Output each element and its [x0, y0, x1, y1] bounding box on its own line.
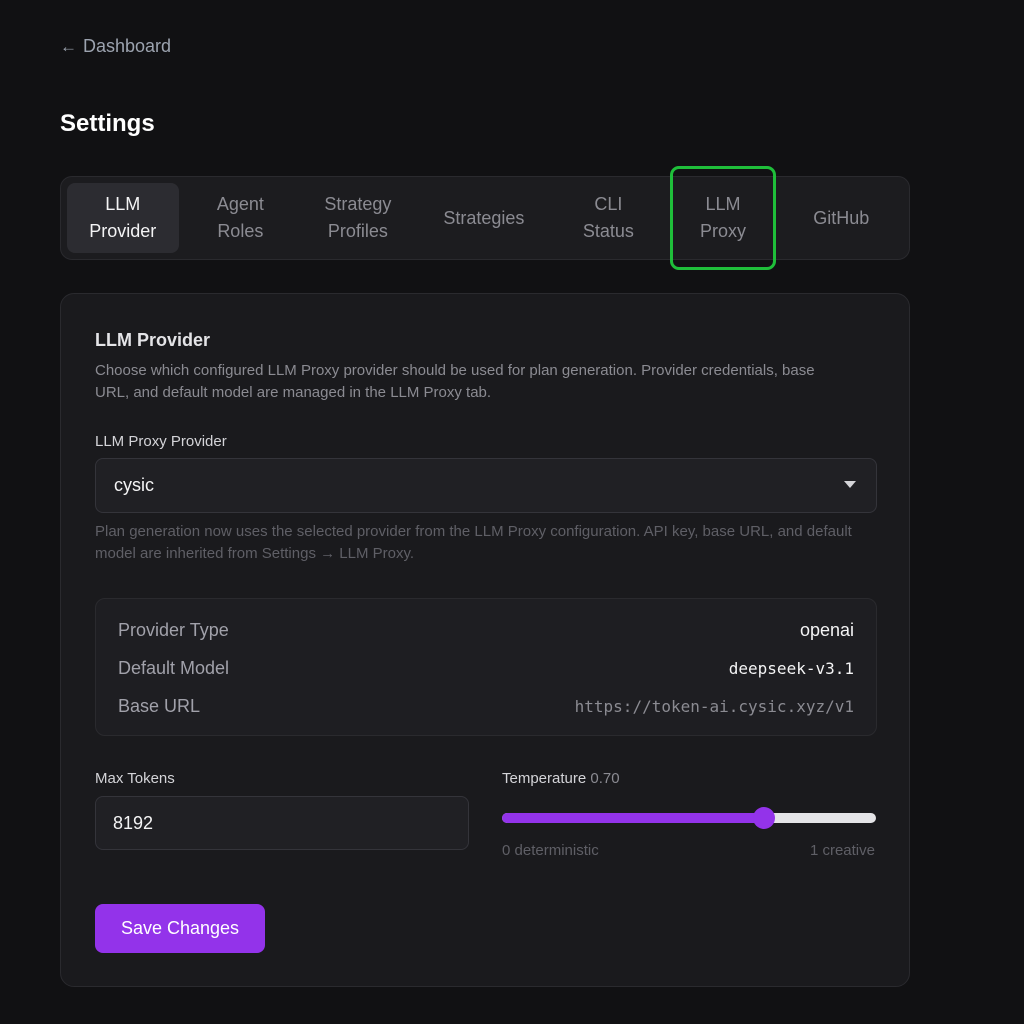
tab-strategy-profiles[interactable]: Strategy Profiles: [302, 183, 414, 253]
tab-github[interactable]: GitHub: [785, 183, 897, 253]
section-description: Choose which configured LLM Proxy provid…: [95, 362, 815, 401]
tab-llm-proxy[interactable]: LLM Proxy: [669, 166, 777, 270]
llm-provider-card: LLM Provider Choose which configured LLM…: [60, 293, 910, 987]
provider-select-value: cysic: [114, 475, 154, 495]
max-tokens-input[interactable]: [95, 796, 469, 850]
temperature-slider[interactable]: [502, 807, 876, 829]
tab-agent-roles[interactable]: Agent Roles: [185, 183, 297, 253]
temperature-min-label: 0 deterministic: [502, 842, 599, 859]
provider-type-value: openai: [799, 619, 854, 640]
default-model-value: deepseek-v3.1: [728, 658, 854, 678]
temperature-label: Temperature 0.70: [502, 770, 620, 787]
provider-info-panel: Provider Type openai Default Model deeps…: [95, 598, 877, 736]
max-tokens-label: Max Tokens: [95, 770, 175, 787]
default-model-label: Default Model: [118, 657, 230, 678]
info-row-base-url: Base URL https://token-ai.cysic.xyz/v1: [118, 692, 854, 720]
back-link-label: Dashboard: [83, 36, 172, 56]
back-to-dashboard-link[interactable]: ← Dashboard: [60, 36, 171, 57]
settings-tabs: LLM Provider Agent Roles Strategy Profil…: [60, 166, 910, 270]
tab-llm-provider[interactable]: LLM Provider: [67, 183, 179, 253]
llm-proxy-provider-select[interactable]: cysic: [95, 458, 877, 513]
provider-select-hint: Plan generation now uses the selected pr…: [95, 523, 852, 562]
provider-type-label: Provider Type: [118, 619, 229, 640]
section-title: LLM Provider: [95, 330, 211, 350]
base-url-label: Base URL: [118, 695, 201, 716]
info-row-provider-type: Provider Type openai: [118, 616, 854, 644]
temperature-value: 0.70: [590, 770, 620, 787]
base-url-value: https://token-ai.cysic.xyz/v1: [574, 696, 854, 716]
arrow-left-icon: ←: [60, 36, 77, 56]
temperature-slider-fill: [502, 813, 764, 823]
temperature-slider-thumb[interactable]: [752, 807, 775, 829]
temperature-label-text: Temperature: [502, 770, 587, 787]
save-changes-button[interactable]: Save Changes: [95, 904, 265, 953]
provider-select-label: LLM Proxy Provider: [95, 433, 227, 450]
page-title: Settings: [60, 110, 155, 137]
info-row-default-model: Default Model deepseek-v3.1: [118, 654, 854, 682]
chevron-down-icon: [844, 481, 856, 488]
temperature-max-label: 1 creative: [809, 842, 875, 859]
tab-strategies[interactable]: Strategies: [420, 183, 548, 253]
tab-cli-status[interactable]: CLI Status: [554, 183, 663, 253]
